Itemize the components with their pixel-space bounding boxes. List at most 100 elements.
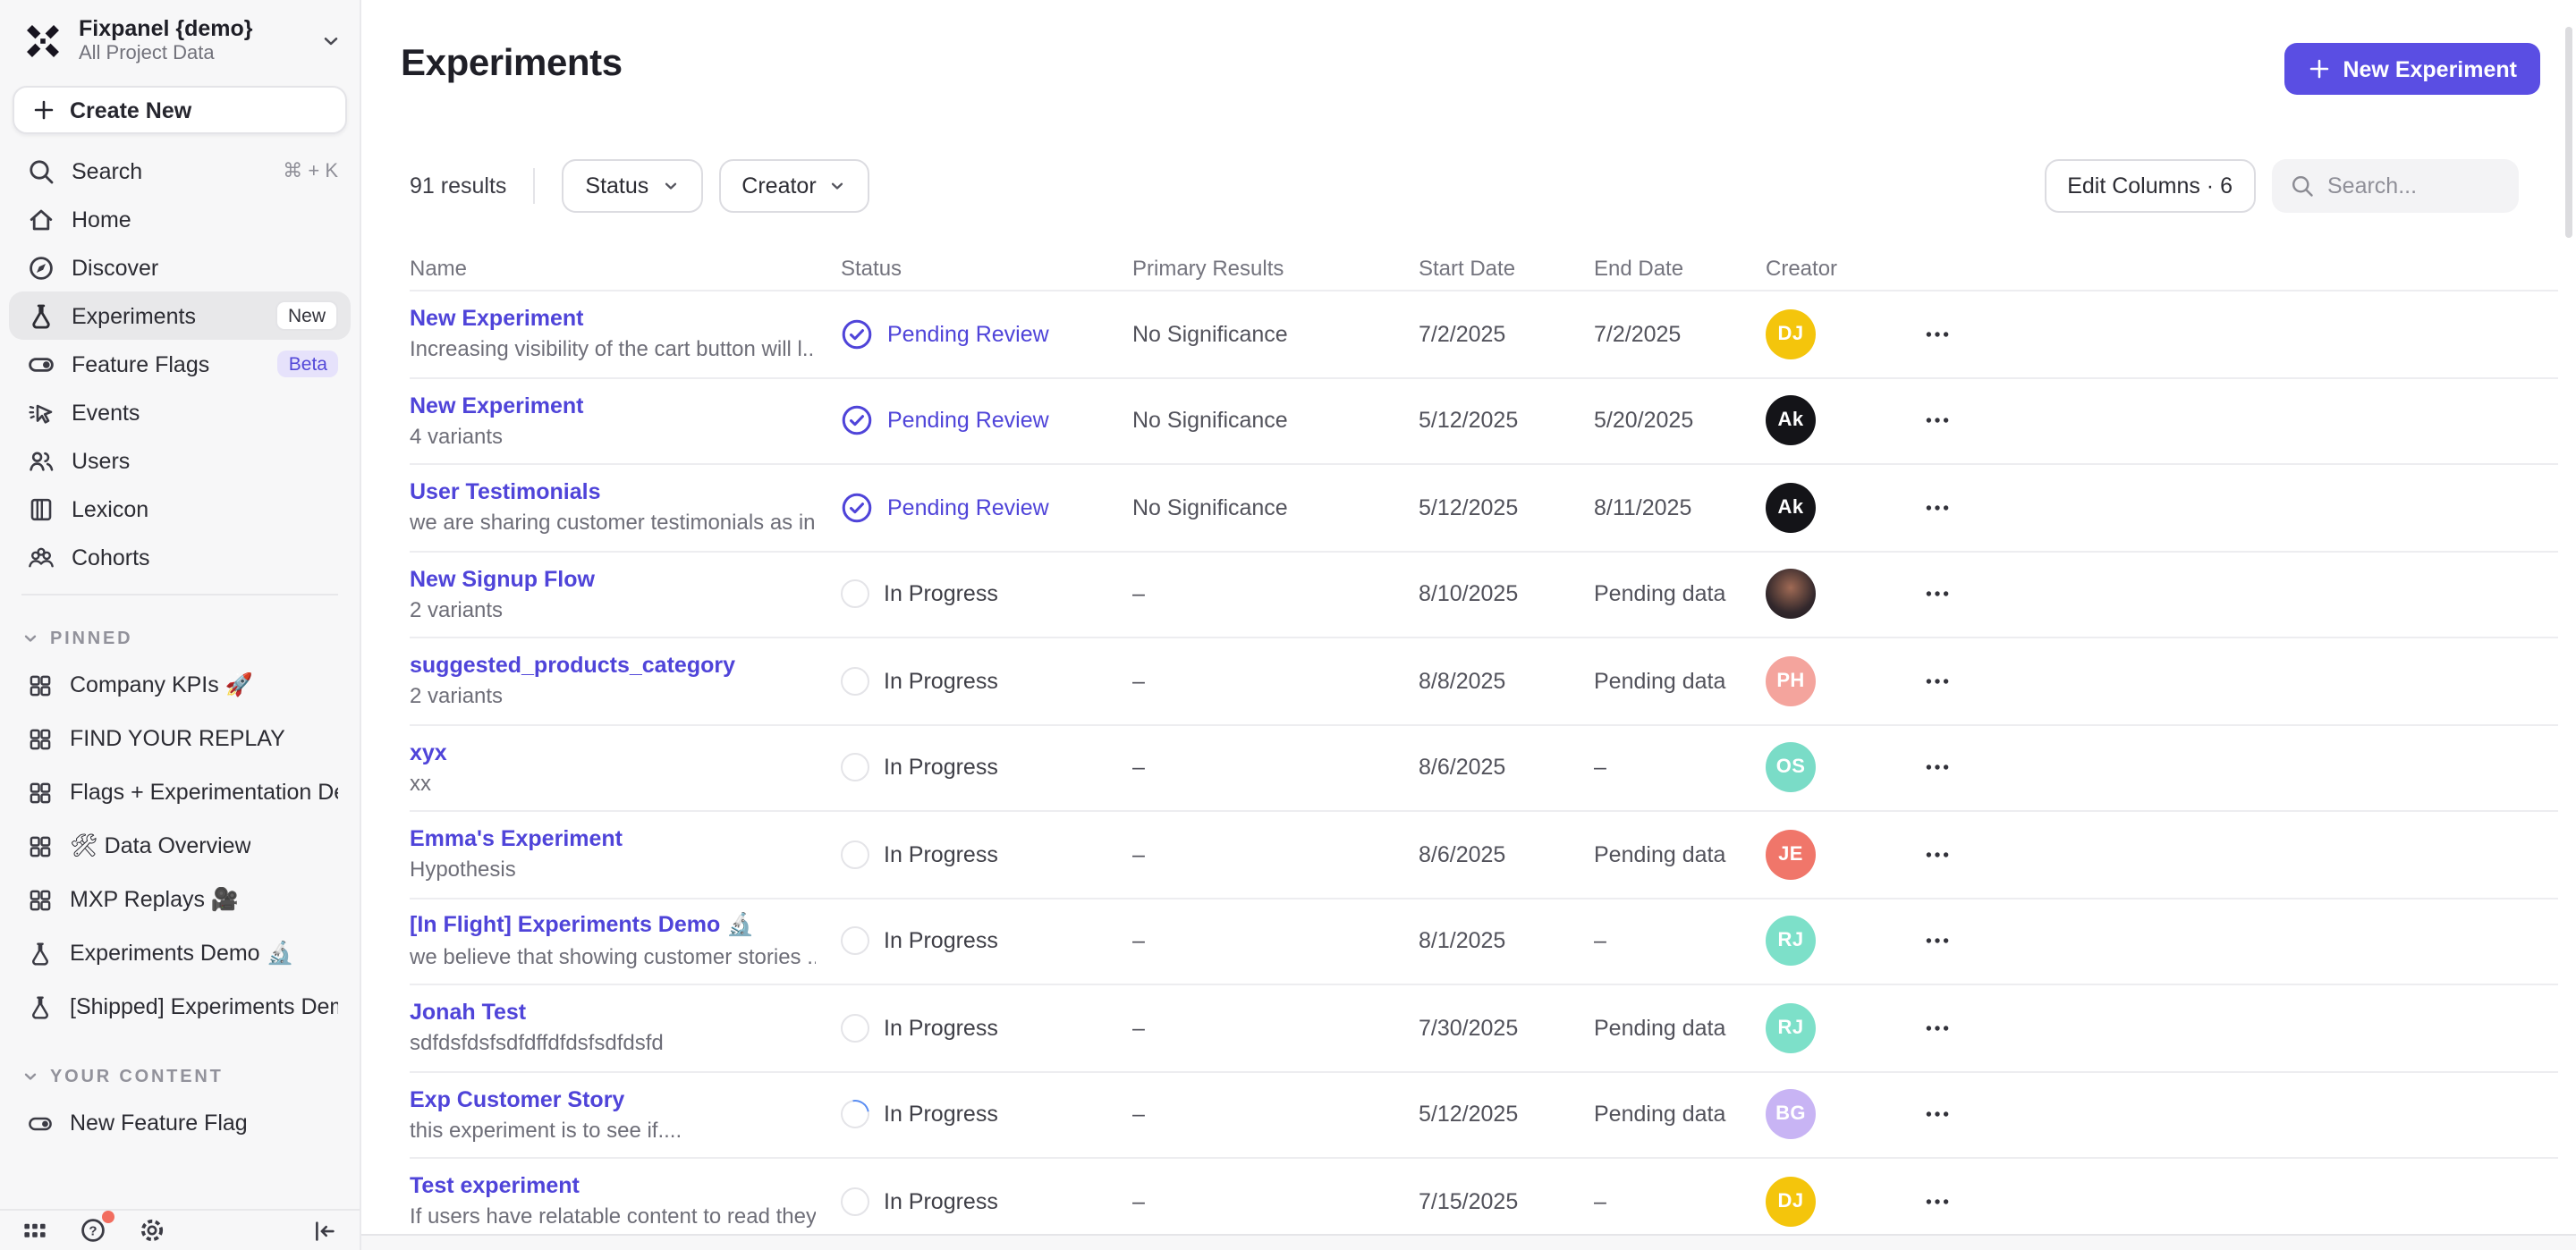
table-row[interactable]: suggested_products_category 2 variants I… <box>410 637 2558 723</box>
experiment-name-link[interactable]: Test experiment <box>410 1174 816 1199</box>
row-menu-button[interactable] <box>1923 494 1995 522</box>
experiment-name-link[interactable]: xyx <box>410 740 816 765</box>
gear-icon[interactable] <box>138 1216 166 1245</box>
row-menu-button[interactable] <box>1923 754 1995 782</box>
board-icon <box>27 671 54 698</box>
creator-avatar[interactable]: RJ <box>1766 1003 1816 1053</box>
pinned-item-mxp-replays[interactable]: MXP Replays 🎥 <box>9 873 351 926</box>
row-menu-button[interactable] <box>1923 840 1995 869</box>
start-date: 7/15/2025 <box>1419 1189 1594 1214</box>
pinned-item-shipped-experiments-demo[interactable]: [Shipped] Experiments Demo 🖊 <box>9 980 351 1034</box>
table-row[interactable]: User Testimonials we are sharing custome… <box>410 463 2558 550</box>
experiment-name-link[interactable]: User Testimonials <box>410 480 816 505</box>
row-menu-button[interactable] <box>1923 667 1995 696</box>
search-input[interactable] <box>2327 173 2501 198</box>
experiment-name-link[interactable]: New Experiment <box>410 307 816 332</box>
your-content-items: New Feature Flag <box>0 1096 360 1150</box>
experiment-name-link[interactable]: New Signup Flow <box>410 567 816 592</box>
sidebar-item-events[interactable]: Events <box>9 388 351 436</box>
table-row[interactable]: New Signup Flow 2 variants In Progress –… <box>410 550 2558 637</box>
sidebar-item-experiments[interactable]: Experiments New <box>9 291 351 340</box>
row-menu-button[interactable] <box>1923 927 1995 956</box>
table-row[interactable]: New Experiment Increasing visibility of … <box>410 290 2558 376</box>
cursor-icon <box>27 398 55 427</box>
pinned-item-experiments-demo[interactable]: Experiments Demo 🔬 <box>9 926 351 980</box>
pinned-item-company-kpis[interactable]: Company KPIs 🚀 <box>9 658 351 712</box>
experiment-name-link[interactable]: Jonah Test <box>410 1001 816 1026</box>
table-row[interactable]: New Experiment 4 variants Pending Review… <box>410 376 2558 463</box>
sidebar-item-search[interactable]: Search ⌘ + K <box>9 147 351 195</box>
workspace-name: Fixpanel {demo} <box>79 16 306 41</box>
row-menu-button[interactable] <box>1923 1014 1995 1043</box>
pinned-section-header[interactable]: PINNED <box>0 619 360 658</box>
row-menu-button[interactable] <box>1923 580 1995 609</box>
experiment-name-link[interactable]: [In Flight] Experiments Demo 🔬 <box>410 913 816 940</box>
experiment-name-link[interactable]: Exp Customer Story <box>410 1087 816 1112</box>
chevron-down-icon <box>661 177 679 195</box>
end-date: – <box>1594 1189 1766 1214</box>
table-row[interactable]: Jonah Test sdfdsfdsfsdfdffdfdsfsdfdsfd I… <box>410 984 2558 1070</box>
status-pending-review-icon <box>841 492 873 524</box>
status-in-progress-icon <box>841 927 869 956</box>
sidebar-item-home[interactable]: Home <box>9 195 351 243</box>
sidebar-item-label: Feature Flags <box>72 351 262 376</box>
status-filter-button[interactable]: Status <box>562 159 702 213</box>
creator-avatar[interactable]: OS <box>1766 743 1816 793</box>
column-header-primary-results: Primary Results <box>1132 255 1419 280</box>
primary-results: – <box>1132 582 1419 607</box>
experiment-name-link[interactable]: Emma's Experiment <box>410 827 816 852</box>
creator-avatar[interactable]: RJ <box>1766 916 1816 967</box>
end-date: Pending data <box>1594 582 1766 607</box>
status-pending-review-icon <box>841 318 873 351</box>
creator-avatar[interactable]: Ak <box>1766 396 1816 446</box>
sidebar-item-users[interactable]: Users <box>9 436 351 485</box>
primary-results: – <box>1132 669 1419 694</box>
pinned-item-flags-experimentation-demo[interactable]: Flags + Experimentation Demo <box>9 765 351 819</box>
help-icon[interactable]: ? <box>79 1216 107 1245</box>
creator-filter-button[interactable]: Creator <box>718 159 869 213</box>
create-new-button[interactable]: Create New <box>13 86 347 134</box>
experiment-description: sdfdsfdsfsdfdffdfdsfsdfdsfd <box>410 1031 816 1056</box>
board-icon <box>27 725 54 752</box>
creator-avatar[interactable]: DJ <box>1766 1177 1816 1227</box>
row-menu-button[interactable] <box>1923 1101 1995 1129</box>
sidebar-item-lexicon[interactable]: Lexicon <box>9 485 351 533</box>
creator-avatar[interactable]: DJ <box>1766 309 1816 359</box>
row-menu-button[interactable] <box>1923 1187 1995 1216</box>
apps-grid-icon[interactable] <box>21 1217 48 1244</box>
creator-avatar-photo[interactable] <box>1766 570 1816 620</box>
sidebar-item-discover[interactable]: Discover <box>9 243 351 291</box>
end-date: Pending data <box>1594 669 1766 694</box>
row-menu-button[interactable] <box>1923 320 1995 349</box>
experiment-name-link[interactable]: suggested_products_category <box>410 654 816 679</box>
table-row[interactable]: xyx xx In Progress – 8/6/2025 – OS <box>410 723 2558 810</box>
creator-avatar[interactable]: BG <box>1766 1090 1816 1140</box>
collapse-sidebar-icon[interactable] <box>311 1217 338 1244</box>
sidebar-item-cohorts[interactable]: Cohorts <box>9 533 351 581</box>
pinned-item-find-your-replay[interactable]: FIND YOUR REPLAY <box>9 712 351 765</box>
end-date: Pending data <box>1594 1102 1766 1128</box>
table-row[interactable]: Emma's Experiment Hypothesis In Progress… <box>410 810 2558 897</box>
table-row[interactable]: Test experiment If users have relatable … <box>410 1157 2558 1244</box>
creator-avatar[interactable]: JE <box>1766 830 1816 880</box>
vertical-scrollbar[interactable] <box>2565 27 2572 238</box>
edit-columns-button[interactable]: Edit Columns · 6 <box>2044 159 2256 213</box>
search-icon <box>27 156 55 185</box>
your-content-item-new-feature-flag[interactable]: New Feature Flag <box>9 1096 351 1150</box>
table-row[interactable]: Exp Customer Story this experiment is to… <box>410 1070 2558 1157</box>
sidebar-item-feature-flags[interactable]: Feature Flags Beta <box>9 340 351 388</box>
search-box[interactable] <box>2272 159 2519 213</box>
workspace-switcher[interactable]: Fixpanel {demo} All Project Data <box>0 0 360 75</box>
creator-avatar[interactable]: PH <box>1766 656 1816 706</box>
creator-filter-label: Creator <box>741 173 816 198</box>
row-menu-button[interactable] <box>1923 407 1995 435</box>
table-row[interactable]: [In Flight] Experiments Demo 🔬 we believ… <box>410 897 2558 984</box>
new-experiment-button[interactable]: New Experiment <box>2284 43 2540 95</box>
pinned-item-data-overview[interactable]: 🛠 Data Overview <box>9 819 351 873</box>
status-in-progress-icon <box>841 1014 869 1043</box>
board-icon <box>27 779 54 806</box>
start-date: 5/12/2025 <box>1419 495 1594 520</box>
your-content-section-header[interactable]: YOUR CONTENT <box>0 1057 360 1096</box>
creator-avatar[interactable]: Ak <box>1766 483 1816 533</box>
experiment-name-link[interactable]: New Experiment <box>410 393 816 418</box>
